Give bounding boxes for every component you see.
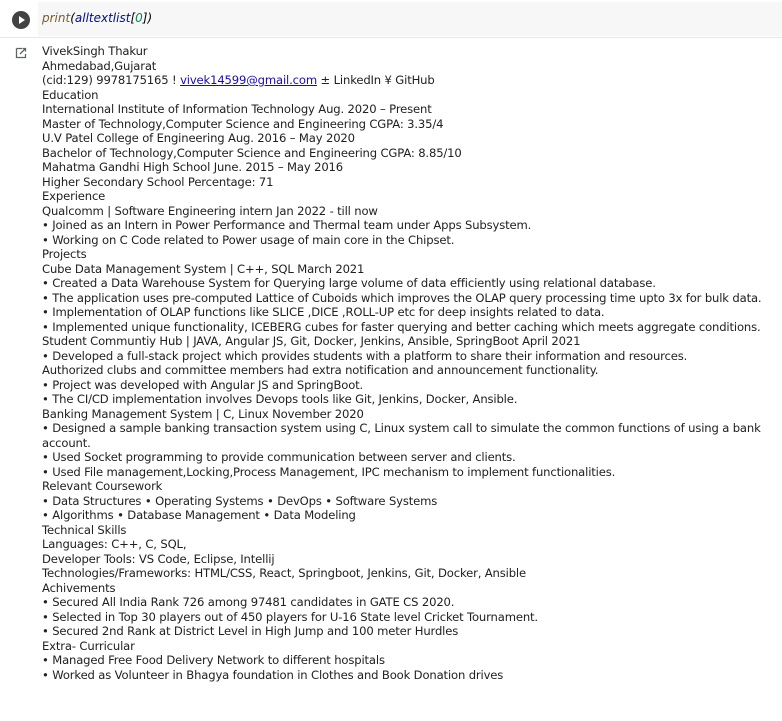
output-line: Cube Data Management System | C++, SQL M… <box>42 261 365 276</box>
output-line: Education <box>42 87 99 102</box>
output-line: • Developed a full-stack project which p… <box>42 348 688 363</box>
output-line: • The application uses pre-computed Latt… <box>42 290 762 305</box>
output-line: • The CI/CD implementation involves Devo… <box>42 392 518 406</box>
output-line: • Working on C Code related to Power usa… <box>42 232 455 247</box>
code-index: 0 <box>135 11 143 25</box>
output-line: Experience <box>42 189 106 203</box>
output-line: Languages: C++, C, SQL, <box>42 537 187 551</box>
output-line: Mahatma Gandhi High School June. 2015 – … <box>42 160 343 174</box>
output-line: Achivements <box>42 580 116 595</box>
output-line: Qualcomm | Software Engineering intern J… <box>42 203 378 218</box>
contact-suffix: ± LinkedIn ¥ GitHub <box>316 73 435 87</box>
output-line: U.V Patel College of Engineering Aug. 20… <box>42 131 355 145</box>
output-line: • Selected in Top 30 players out of 450 … <box>42 609 538 624</box>
contact-prefix: (cid:129) 9978175165 ! <box>42 73 181 87</box>
output-line: • Worked as Volunteer in Bhagya foundati… <box>42 667 504 682</box>
output-line: • Data Structures • Operating Systems • … <box>42 493 438 508</box>
output-line: • Used Socket programming to provide com… <box>42 450 516 464</box>
output-line: Higher Secondary School Percentage: 71 <box>42 174 274 189</box>
email-link[interactable]: vivek14599@gmail.com <box>180 73 317 87</box>
output-line: • Created a Data Warehouse System for Qu… <box>42 276 656 290</box>
output-line: • Joined as an Intern in Power Performan… <box>42 218 532 232</box>
output-line: Master of Technology,Computer Science an… <box>42 116 444 131</box>
output-arrow-icon[interactable] <box>15 47 27 59</box>
output-text: VivekSingh Thakur Ahmedabad,Gujarat (cid:1… <box>42 44 772 682</box>
code-editor[interactable]: print(alltextlist[0]) <box>38 2 782 36</box>
output-line: Authorized clubs and committee members h… <box>42 363 599 377</box>
output-line: Projects <box>42 247 87 261</box>
code-arg: alltextlist <box>74 11 131 25</box>
output-line: Student Communtiy Hub | JAVA, Angular JS… <box>42 334 581 348</box>
output-line: Extra- Curricular <box>42 638 135 653</box>
notebook-cell: print(alltextlist[0]) VivekSingh Thakur A… <box>0 0 782 721</box>
output-line: • Implemented unique functionality, ICEB… <box>42 319 761 334</box>
code-func: print <box>42 11 71 25</box>
output-line: • Project was developed with Angular JS … <box>42 377 364 392</box>
output-line: Relevant Coursework <box>42 479 163 493</box>
output-line: Ahmedabad,Gujarat <box>42 58 157 73</box>
output-row: VivekSingh Thakur Ahmedabad,Gujarat (cid:1… <box>0 38 782 721</box>
code-bracket-close: ]) <box>142 11 153 25</box>
output-line: Bachelor of Technology,Computer Science … <box>42 145 462 160</box>
output-line: • Managed Free Food Delivery Network to … <box>42 653 385 667</box>
run-cell-button[interactable] <box>12 11 30 29</box>
output-line: • Implementation of OLAP functions like … <box>42 305 605 319</box>
output-line: International Institute of Information T… <box>42 102 432 116</box>
output-line: Technical Skills <box>42 522 127 537</box>
output-line: • Algorithms • Database Management • Dat… <box>42 508 356 522</box>
contact-line: (cid:129) 9978175165 ! vivek14599@gmail.… <box>42 73 772 88</box>
output-line: • Secured All India Rank 726 among 97481… <box>42 595 455 609</box>
code-row: print(alltextlist[0]) <box>0 0 782 38</box>
output-line: Developer Tools: VS Code, Eclipse, Intel… <box>42 551 275 566</box>
output-line: Technologies/Frameworks: HTML/CSS, React… <box>42 566 526 580</box>
output-line: • Designed a sample banking transaction … <box>42 421 765 450</box>
output-line: • Secured 2nd Rank at District Level in … <box>42 624 459 638</box>
output-line: VivekSingh Thakur <box>42 44 148 58</box>
output-line: • Used File management,Locking,Process M… <box>42 464 616 479</box>
output-line: Banking Management System | C, Linux Nov… <box>42 406 364 421</box>
